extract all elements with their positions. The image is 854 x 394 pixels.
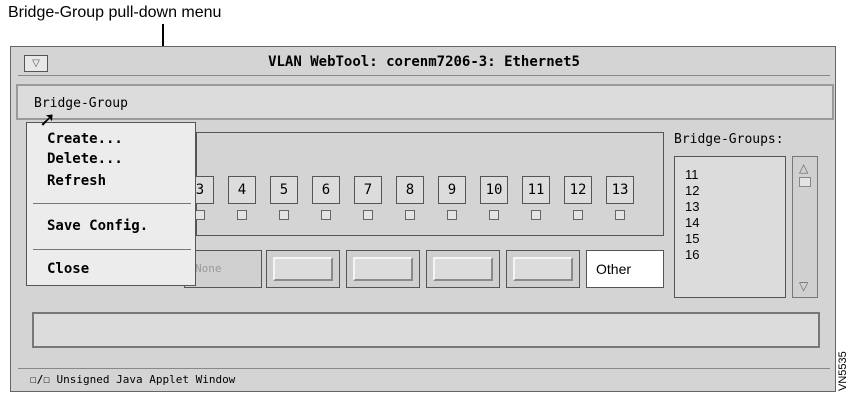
- scrollbar-thumb[interactable]: [799, 177, 811, 187]
- bridge-group-button-face: [273, 257, 333, 281]
- scroll-down-arrow-icon[interactable]: ▽: [799, 279, 808, 293]
- list-item[interactable]: 14: [685, 215, 785, 231]
- menubar: Bridge-Group: [16, 84, 834, 120]
- port-checkbox[interactable]: [321, 210, 331, 220]
- port-checkbox[interactable]: [405, 210, 415, 220]
- port-button[interactable]: 9: [438, 176, 466, 204]
- menu-item-refresh[interactable]: Refresh: [47, 173, 106, 189]
- applet-warning-text: ☐/☐ Unsigned Java Applet Window: [30, 373, 236, 386]
- bridge-group-button[interactable]: [346, 250, 420, 288]
- bridge-group-button-face: [433, 257, 493, 281]
- menu-separator: [33, 203, 191, 204]
- port-checkbox[interactable]: [279, 210, 289, 220]
- mouse-pointer-icon: ➚: [39, 109, 56, 131]
- port-checkbox[interactable]: [447, 210, 457, 220]
- bridge-group-button[interactable]: [426, 250, 500, 288]
- port-button[interactable]: 11: [522, 176, 550, 204]
- menu-separator: [33, 249, 191, 250]
- bridge-group-button-other[interactable]: Other: [586, 250, 664, 288]
- port-checkbox[interactable]: [615, 210, 625, 220]
- menu-item-delete[interactable]: Delete...: [47, 151, 123, 167]
- port-button[interactable]: 4: [228, 176, 256, 204]
- port-checkbox[interactable]: [573, 210, 583, 220]
- bridge-group-button-face: [513, 257, 573, 281]
- list-item[interactable]: 12: [685, 183, 785, 199]
- list-item[interactable]: 13: [685, 199, 785, 215]
- menu-item-create[interactable]: Create...: [47, 131, 123, 147]
- window-title: VLAN WebTool: corenm7206-3: Ethernet5: [268, 54, 580, 70]
- ports-frame: [196, 132, 664, 236]
- scroll-up-arrow-icon[interactable]: △: [799, 161, 808, 175]
- port-button[interactable]: 12: [564, 176, 592, 204]
- window-titlebar: ▽ VLAN WebTool: corenm7206-3: Ethernet5: [18, 52, 830, 76]
- bridge-group-button[interactable]: [506, 250, 580, 288]
- port-button[interactable]: 10: [480, 176, 508, 204]
- port-checkbox[interactable]: [195, 210, 205, 220]
- port-checkbox[interactable]: [237, 210, 247, 220]
- bridge-groups-label: Bridge-Groups:: [674, 132, 784, 147]
- applet-warning-bar: ☐/☐ Unsigned Java Applet Window: [18, 368, 830, 390]
- list-item[interactable]: 15: [685, 231, 785, 247]
- list-item[interactable]: 11: [685, 167, 785, 183]
- port-checkbox[interactable]: [531, 210, 541, 220]
- port-button[interactable]: 5: [270, 176, 298, 204]
- callout-line-top: [162, 24, 164, 26]
- port-button[interactable]: 13: [606, 176, 634, 204]
- port-checkbox[interactable]: [489, 210, 499, 220]
- status-field: [32, 312, 820, 348]
- port-button[interactable]: 6: [312, 176, 340, 204]
- port-checkbox[interactable]: [363, 210, 373, 220]
- bridge-group-button-face: [353, 257, 413, 281]
- menu-item-save-config[interactable]: Save Config.: [47, 218, 148, 234]
- port-button[interactable]: 8: [396, 176, 424, 204]
- java-applet-key-icon: ☐/☐: [30, 373, 50, 386]
- bridge-groups-list[interactable]: 11 12 13 14 15 16: [674, 156, 786, 298]
- bridge-group-dropdown-menu: Create... Delete... Refresh Save Config.…: [26, 109, 196, 286]
- port-button[interactable]: 7: [354, 176, 382, 204]
- figure-code: VN5535: [837, 351, 849, 391]
- menu-item-close[interactable]: Close: [47, 261, 89, 277]
- bridge-groups-scrollbar[interactable]: △ ▽: [792, 156, 818, 298]
- bridge-group-button[interactable]: [266, 250, 340, 288]
- figure-caption: Bridge-Group pull-down menu: [8, 4, 222, 21]
- list-item[interactable]: 16: [685, 247, 785, 263]
